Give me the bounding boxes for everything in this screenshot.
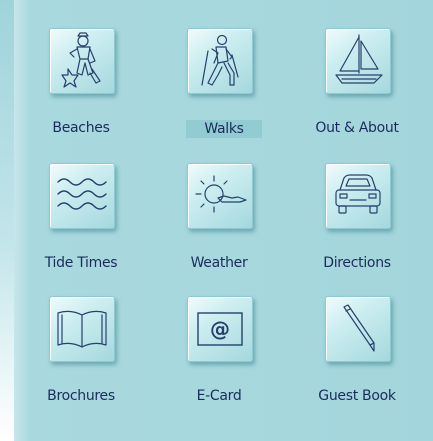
menu-item-directions[interactable]: Directions [316, 163, 433, 281]
hiker-icon[interactable] [187, 28, 253, 94]
menu-item-weather[interactable]: Weather [178, 163, 298, 281]
svg-text:@: @ [210, 317, 230, 341]
menu-grid: Beaches Walks Out & About Tide Times Wea… [40, 28, 430, 428]
waves-icon[interactable] [49, 163, 115, 229]
menu-item-beaches[interactable]: Beaches [40, 28, 160, 146]
at-sign-icon[interactable]: @ [187, 296, 253, 362]
sailboat-icon[interactable] [325, 28, 391, 94]
menu-label: Directions [323, 255, 391, 271]
menu-label: Weather [190, 255, 248, 271]
pen-icon[interactable] [325, 296, 391, 362]
menu-label: Brochures [47, 388, 115, 404]
menu-label: Guest Book [318, 388, 396, 404]
menu-label: Out & About [315, 120, 399, 136]
menu-label: E-Card [196, 388, 242, 404]
menu-label: Walks [186, 120, 262, 138]
menu-label: Beaches [52, 120, 110, 136]
sun-cloud-icon[interactable] [187, 163, 253, 229]
menu-item-walks[interactable]: Walks [178, 28, 298, 146]
menu-item-tide-times[interactable]: Tide Times [40, 163, 160, 281]
beach-figure-icon[interactable] [49, 28, 115, 94]
menu-label: Tide Times [44, 255, 118, 271]
menu-item-e-card[interactable]: @ E-Card [178, 296, 298, 414]
open-book-icon[interactable] [49, 296, 115, 362]
left-gradient-strip [0, 0, 14, 441]
menu-item-brochures[interactable]: Brochures [40, 296, 160, 414]
menu-item-guest-book[interactable]: Guest Book [316, 296, 433, 414]
car-icon[interactable] [325, 163, 391, 229]
menu-item-out-about[interactable]: Out & About [315, 28, 433, 146]
